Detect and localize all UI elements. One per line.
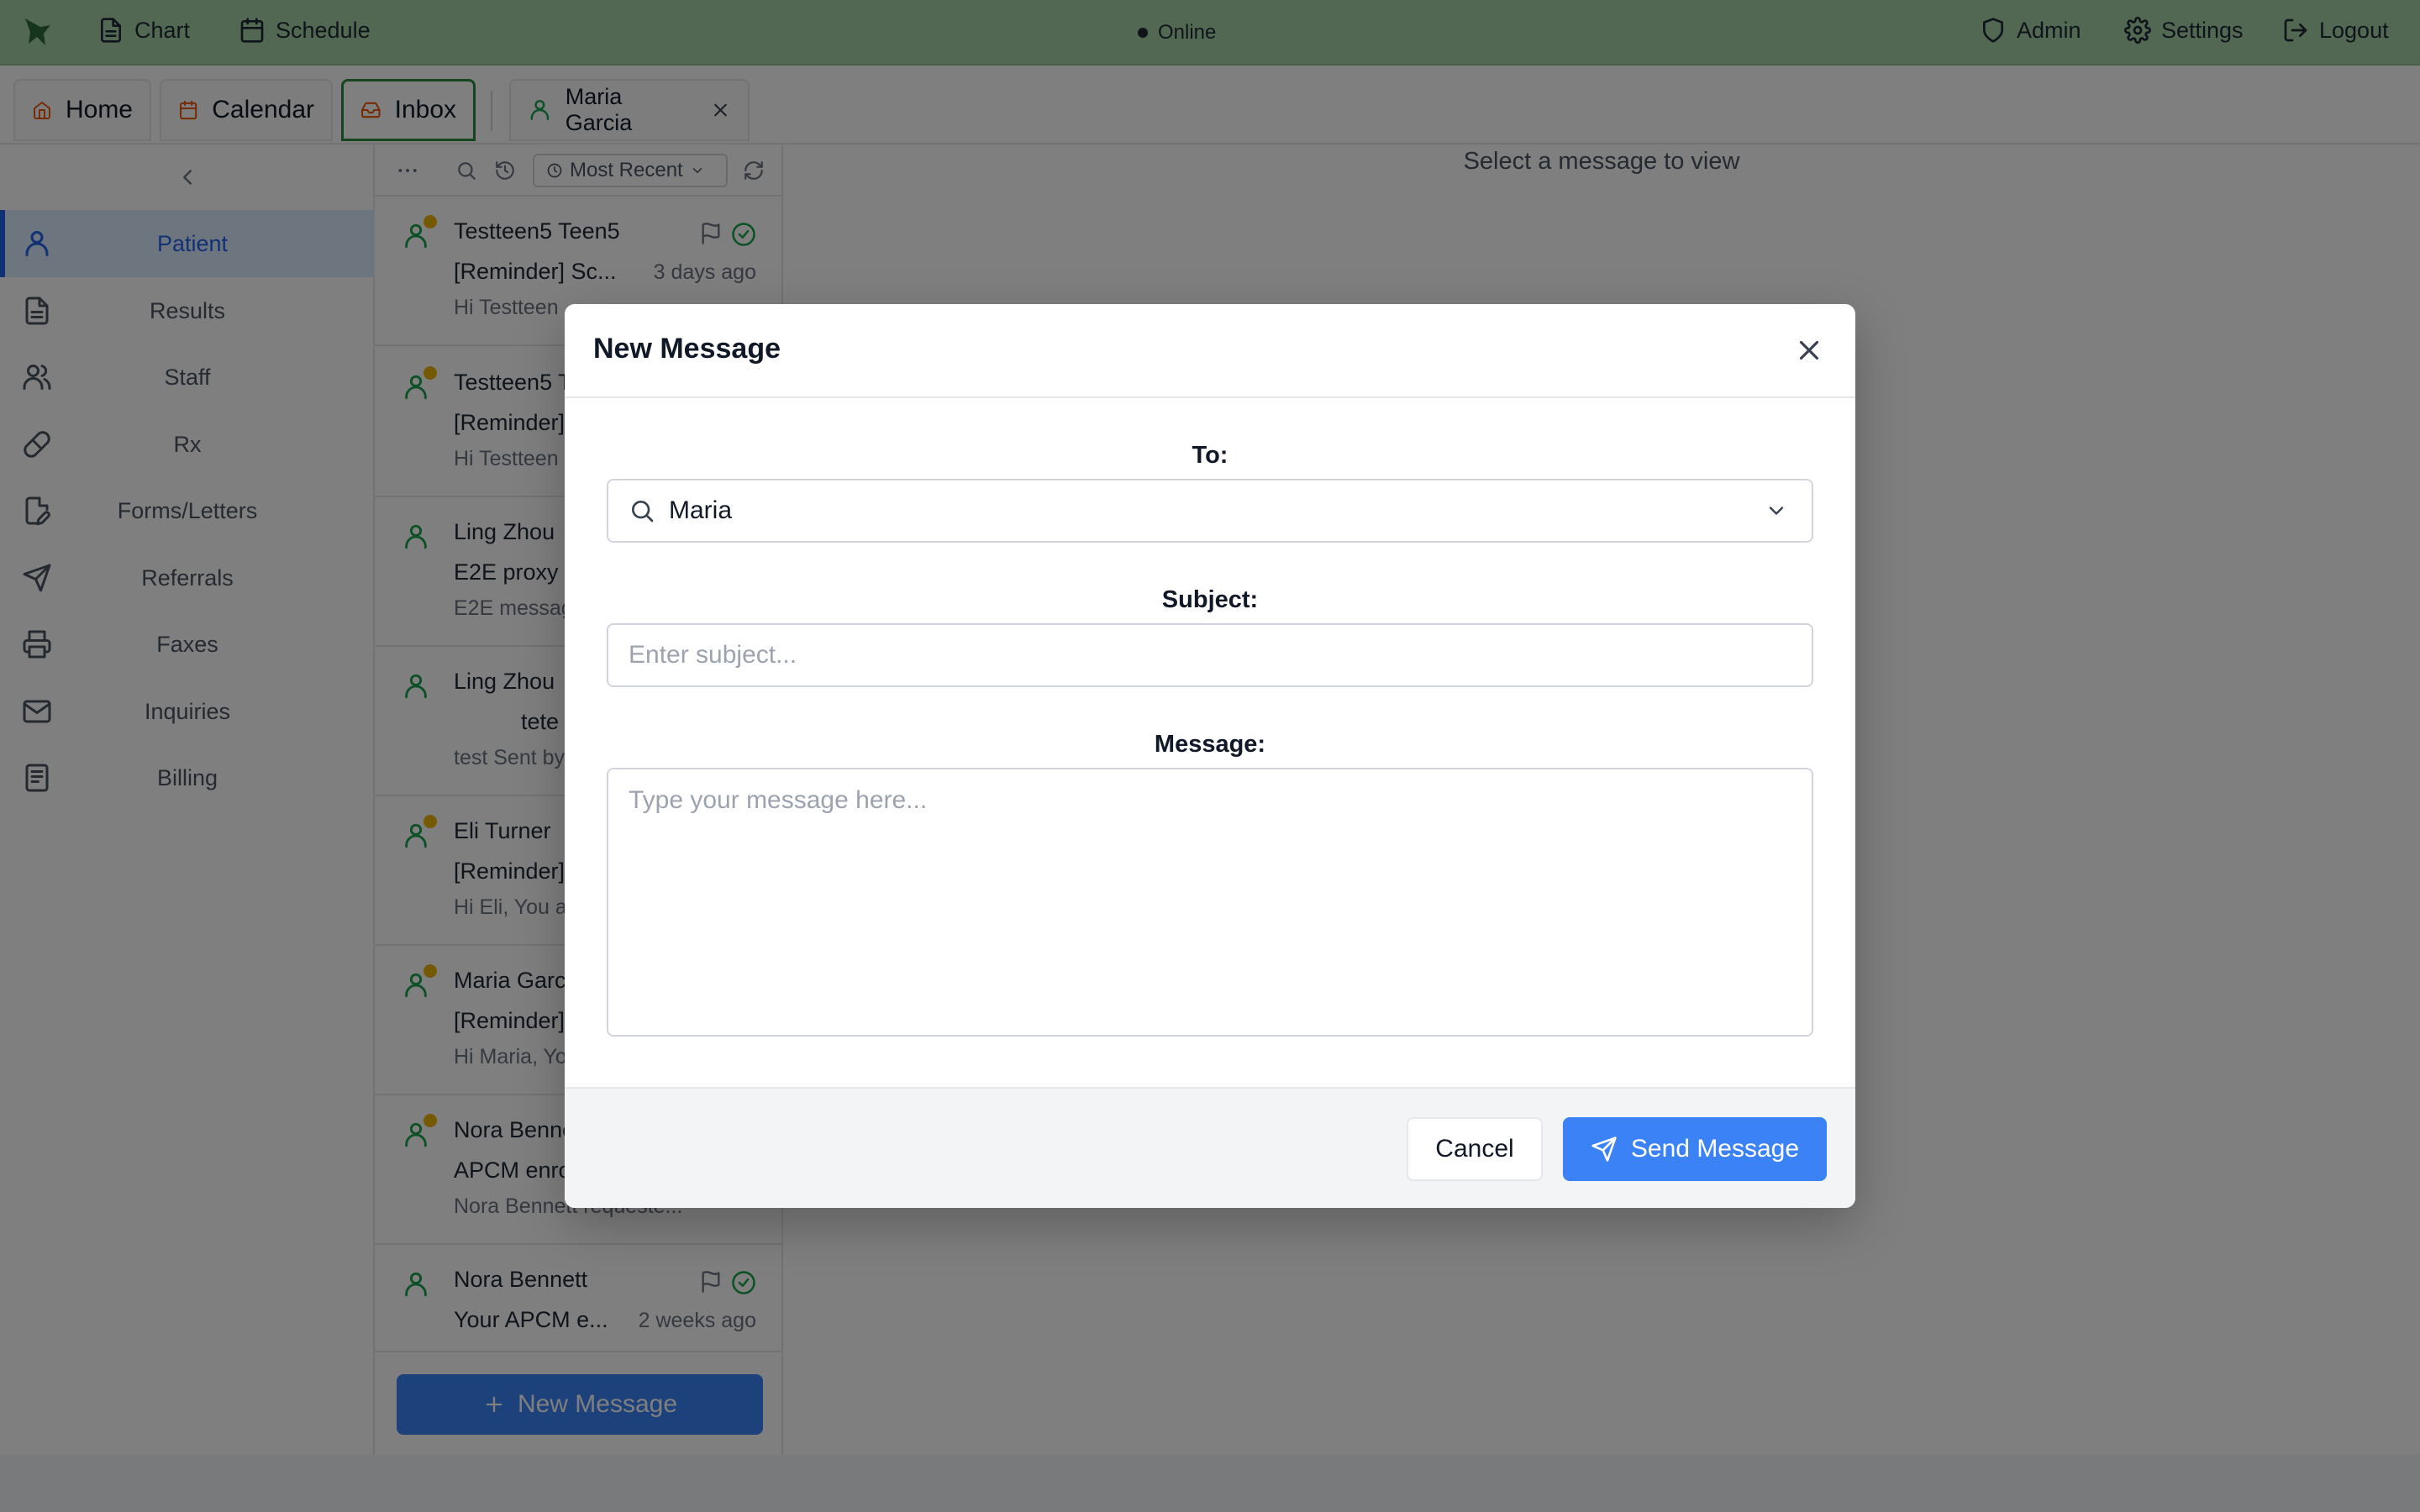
dialog-title: New Message [593, 333, 781, 365]
recipient-select[interactable]: Maria [607, 479, 1813, 543]
dialog-header: New Message [565, 304, 1855, 398]
to-label: To: [1192, 442, 1228, 469]
recipient-value: Maria [669, 496, 733, 524]
close-icon[interactable] [1793, 334, 1825, 366]
send-message-button[interactable]: Send Message [1563, 1117, 1827, 1181]
subject-input[interactable] [607, 623, 1813, 687]
message-textarea[interactable] [607, 768, 1813, 1037]
chevron-down-icon [1769, 507, 1784, 515]
send-icon [1591, 1137, 1617, 1162]
dialog-footer: Cancel Send Message [565, 1087, 1855, 1208]
send-label: Send Message [1630, 1135, 1800, 1163]
cancel-label: Cancel [1435, 1135, 1514, 1163]
message-label: Message: [1154, 731, 1266, 758]
cancel-button[interactable]: Cancel [1407, 1117, 1543, 1181]
new-message-dialog: New Message To: Maria Subject: Message: … [565, 304, 1855, 1208]
subject-label: Subject: [1161, 586, 1259, 613]
search-icon [632, 501, 654, 522]
